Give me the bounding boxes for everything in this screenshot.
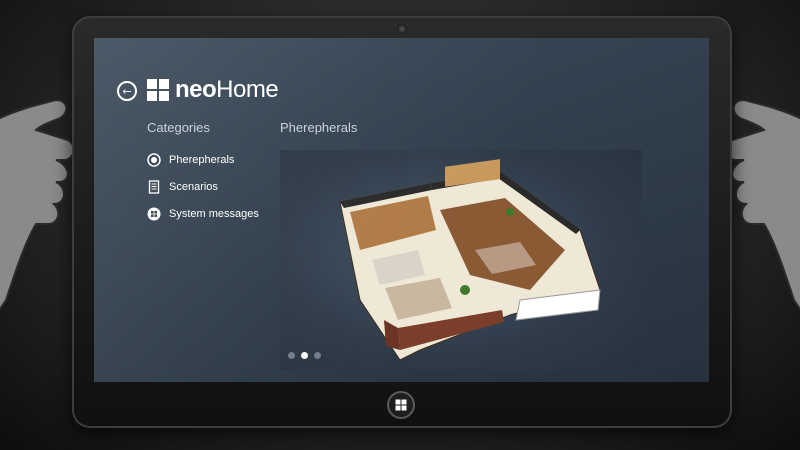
- chat-icon: [147, 207, 161, 221]
- back-button[interactable]: ←: [117, 81, 137, 101]
- document-icon: [147, 179, 161, 194]
- section-heading: Pherepherals: [280, 120, 358, 135]
- category-item-pherepherals[interactable]: Pherepherals: [147, 146, 259, 173]
- category-item-system-messages[interactable]: System messages: [147, 200, 259, 227]
- windows-logo-icon: [395, 399, 407, 411]
- carousel-pagination: [288, 352, 321, 359]
- carousel-dot[interactable]: [288, 352, 295, 359]
- floorplan-image-panel[interactable]: [280, 150, 642, 370]
- neohome-logo-icon: [147, 79, 169, 101]
- camera-icon: [397, 24, 407, 34]
- tablet-device: ← neoHome Categories Pherepherals Scenar…: [72, 16, 732, 428]
- category-label: Scenarios: [169, 180, 218, 193]
- app-screen: ← neoHome Categories Pherepherals Scenar…: [94, 38, 709, 382]
- windows-home-button[interactable]: [387, 391, 415, 419]
- right-hand-illustration: [725, 100, 800, 311]
- left-hand-illustration: [0, 100, 75, 311]
- app-logo: neoHome: [147, 76, 279, 104]
- category-list: Pherepherals Scenarios System messages: [147, 146, 259, 227]
- arrow-left-icon: ←: [122, 84, 132, 98]
- app-title: neoHome: [175, 76, 279, 103]
- category-label: Pherepherals: [169, 153, 235, 166]
- plug-icon: [147, 152, 161, 167]
- category-label: System messages: [169, 207, 259, 220]
- carousel-dot[interactable]: [314, 352, 321, 359]
- categories-heading: Categories: [147, 120, 210, 135]
- floorplan-3d-image: [339, 159, 601, 361]
- category-item-scenarios[interactable]: Scenarios: [147, 173, 259, 200]
- carousel-dot-active[interactable]: [301, 352, 308, 359]
